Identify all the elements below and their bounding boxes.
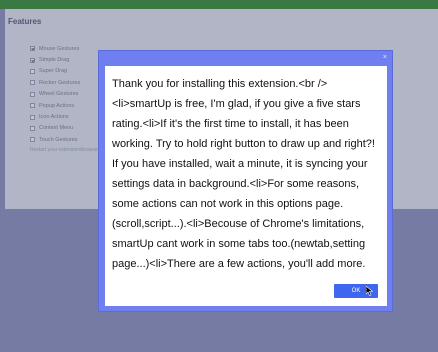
welcome-message: Thank you for installing this extension.… xyxy=(112,78,375,270)
welcome-dialog: × Thank you for installing this extensio… xyxy=(98,50,393,312)
mouse-pointer-icon xyxy=(366,286,373,296)
dialog-body: Thank you for installing this extension.… xyxy=(105,66,387,306)
close-icon[interactable]: × xyxy=(383,54,387,61)
